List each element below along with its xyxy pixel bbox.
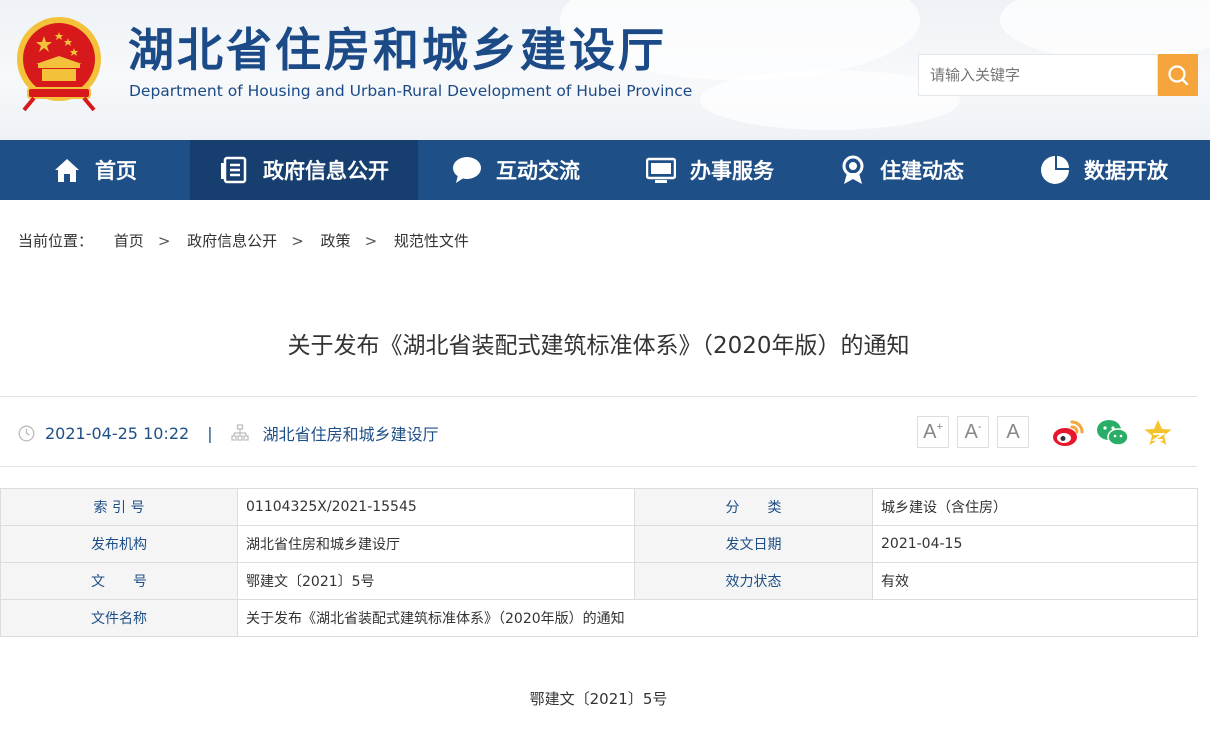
font-decrease-label: A	[964, 420, 978, 443]
font-size-controls: A + A- A	[917, 416, 1037, 448]
breadcrumb-item-policy[interactable]: 政策	[321, 232, 351, 250]
chat-bubble-icon	[452, 156, 482, 184]
breadcrumb-item-gov-info[interactable]: 政府信息公开	[187, 232, 277, 250]
date-label: 发文日期	[634, 525, 873, 563]
nav-item-home[interactable]: 首页	[0, 140, 190, 200]
document-list-icon	[219, 155, 249, 185]
publisher-label: 发布机构	[0, 525, 238, 563]
weibo-icon	[1053, 420, 1084, 446]
divider	[0, 466, 1197, 467]
article-source: 湖北省住房和城乡建设厅	[262, 425, 439, 444]
table-row: 文件名称 关于发布《湖北省装配式建筑标准体系》（2020年版）的通知	[0, 599, 1198, 637]
font-reset-label: A	[1006, 420, 1020, 443]
status-label: 效力状态	[634, 562, 873, 600]
font-decrease-button[interactable]: A-	[957, 416, 989, 448]
font-increase-label: A	[923, 420, 937, 443]
main-nav: 首页 政府信息公开 互动交流 办事服务 住建动态 数据开放	[0, 140, 1210, 200]
table-row: 索 引 号 01104325X/2021-15545 分 类 城乡建设（含住房）	[0, 488, 1198, 526]
category-label: 分 类	[634, 488, 873, 526]
article-meta: 2021-04-25 10:22 | 湖北省住房和城乡建设厅	[18, 421, 439, 445]
document-number: 鄂建文〔2021〕5号	[529, 690, 668, 708]
home-icon	[53, 156, 81, 184]
site-subtitle: Department of Housing and Urban-Rural De…	[129, 82, 693, 100]
share-buttons	[1050, 416, 1185, 450]
font-increase-button[interactable]: A +	[917, 416, 949, 448]
nav-label: 办事服务	[690, 159, 774, 183]
publish-datetime: 2021-04-25 10:22	[45, 423, 190, 443]
breadcrumb-prefix: 当前位置：	[18, 232, 94, 250]
weibo-share-button[interactable]	[1050, 416, 1086, 450]
date-value: 2021-04-15	[872, 525, 1198, 563]
pie-chart-icon	[1040, 155, 1070, 185]
article-title: 关于发布《湖北省装配式建筑标准体系》（2020年版）的通知	[287, 333, 910, 359]
divider	[0, 396, 1197, 397]
publisher-value: 湖北省住房和城乡建设厅	[237, 525, 635, 563]
meta-separator: |	[207, 423, 213, 443]
wechat-icon	[1097, 420, 1129, 446]
nav-item-gov-info[interactable]: 政府信息公开	[190, 140, 418, 200]
table-row: 文 号 鄂建文〔2021〕5号 效力状态 有效	[0, 562, 1198, 600]
nav-item-news[interactable]: 住建动态	[806, 140, 998, 200]
docno-label: 文 号	[0, 562, 238, 600]
breadcrumb-separator: >	[291, 232, 304, 250]
index-label: 索 引 号	[0, 488, 238, 526]
table-row: 发布机构 湖北省住房和城乡建设厅 发文日期 2021-04-15	[0, 525, 1198, 563]
name-value: 关于发布《湖北省装配式建筑标准体系》（2020年版）的通知	[237, 599, 1198, 637]
monitor-icon	[646, 156, 676, 184]
document-info-table: 索 引 号 01104325X/2021-15545 分 类 城乡建设（含住房）…	[0, 488, 1198, 637]
search-box	[918, 54, 1198, 96]
search-input[interactable]	[918, 54, 1158, 96]
org-icon	[230, 424, 249, 442]
nav-item-services[interactable]: 办事服务	[614, 140, 806, 200]
nav-label: 住建动态	[880, 159, 964, 183]
breadcrumb: 当前位置： 首页 > 政府信息公开 > 政策 > 规范性文件	[18, 230, 479, 251]
cloud-decoration	[1000, 0, 1210, 60]
category-value: 城乡建设（含住房）	[872, 488, 1198, 526]
breadcrumb-separator: >	[157, 232, 171, 250]
clock-icon	[18, 425, 35, 442]
search-button[interactable]	[1158, 54, 1198, 96]
nav-label: 互动交流	[496, 159, 580, 183]
breadcrumb-item-home[interactable]: 首页	[114, 232, 144, 250]
search-icon	[1168, 65, 1189, 86]
favorite-star-icon	[1144, 420, 1172, 445]
breadcrumb-separator: >	[364, 232, 378, 250]
wechat-share-button[interactable]	[1095, 416, 1131, 450]
medal-icon	[840, 155, 866, 185]
nav-label: 数据开放	[1084, 159, 1168, 183]
national-emblem[interactable]	[14, 14, 104, 112]
font-reset-button[interactable]: A	[997, 416, 1029, 448]
breadcrumb-item-normative-docs[interactable]: 规范性文件	[394, 232, 469, 250]
status-value: 有效	[872, 562, 1198, 600]
name-label: 文件名称	[0, 599, 238, 637]
site-title: 湖北省住房和城乡建设厅	[128, 23, 667, 77]
nav-label: 政府信息公开	[263, 159, 389, 183]
nav-label: 首页	[95, 159, 137, 183]
index-value: 01104325X/2021-15545	[237, 488, 635, 526]
favorite-button[interactable]	[1140, 416, 1176, 450]
nav-item-open-data[interactable]: 数据开放	[998, 140, 1210, 200]
nav-item-interaction[interactable]: 互动交流	[418, 140, 614, 200]
site-header: 湖北省住房和城乡建设厅 Department of Housing and Ur…	[0, 0, 1210, 140]
docno-value: 鄂建文〔2021〕5号	[237, 562, 635, 600]
